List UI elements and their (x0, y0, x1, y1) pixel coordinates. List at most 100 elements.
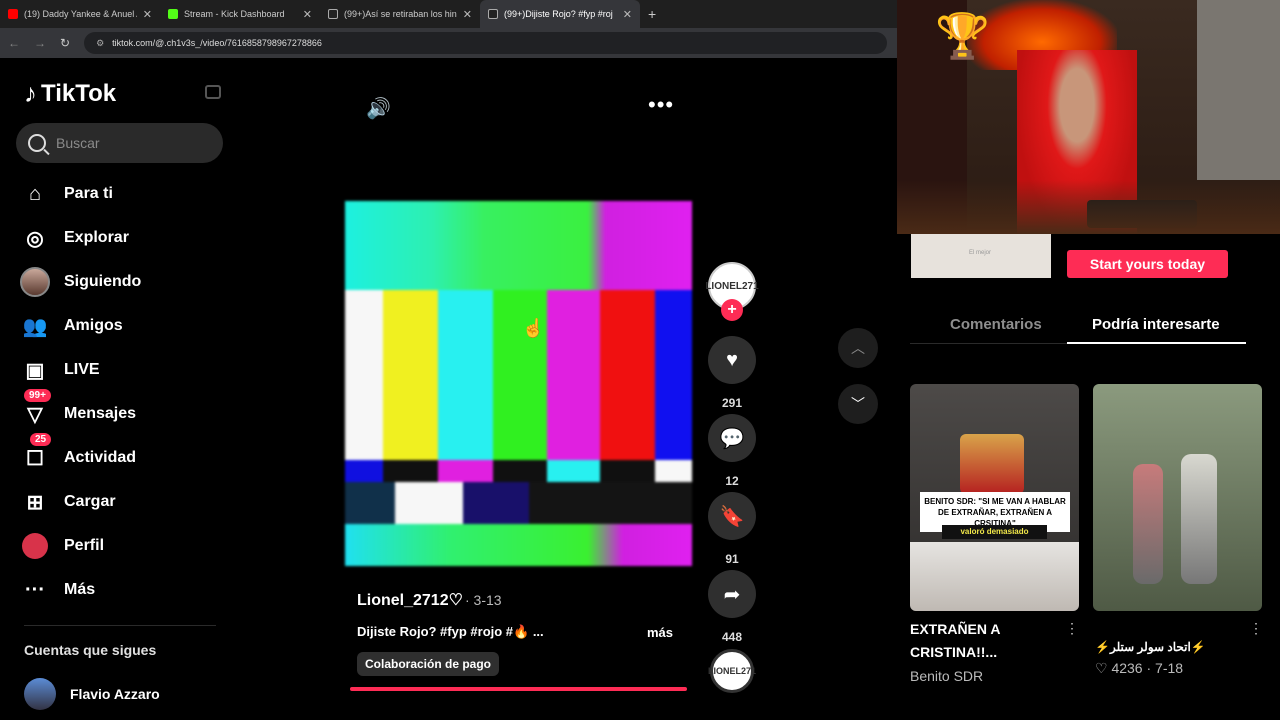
comment-action[interactable]: 💬 12 (708, 414, 756, 488)
sidebar-item-perfil[interactable]: Perfil (20, 531, 104, 561)
browser-tab[interactable]: (99+)Así se retiraban los hincha ✕ (320, 0, 480, 28)
sidebar-item-siguiendo[interactable]: Siguiendo (20, 267, 141, 297)
activity-badge: 25 (30, 433, 52, 446)
start-yours-today-button[interactable]: Start yours today (1067, 250, 1228, 278)
close-icon[interactable]: ✕ (303, 8, 312, 21)
previous-video-button[interactable]: ︿ (838, 328, 878, 368)
close-icon[interactable]: ✕ (623, 8, 632, 21)
upload-icon: ⊞ (26, 491, 44, 514)
suggested-video-title[interactable]: EXTRAÑEN A CRISTINA!!... (910, 618, 1060, 664)
profile-icon (20, 531, 50, 561)
divider (24, 625, 216, 626)
more-options-icon[interactable]: ⋮ (1065, 620, 1079, 637)
chevron-down-icon: ﹀ (851, 396, 865, 412)
sidebar-item-label: Siguiendo (64, 273, 142, 290)
sidebar-item-live[interactable]: ▣ LIVE (20, 355, 100, 385)
browser-tab[interactable]: (19) Daddy Yankee & Anuel AA ✕ (0, 0, 160, 28)
messages-icon: ▽ 99+ (20, 389, 51, 429)
back-icon[interactable]: ← (8, 36, 20, 50)
search-input[interactable]: Buscar (16, 123, 223, 163)
sidebar-item-label: Actividad (64, 449, 137, 466)
right-panel: 🏆 El mejor Start yours today Comentarios… (897, 0, 1280, 720)
active-tab-underline (1067, 342, 1246, 344)
more-options-icon[interactable]: ••• (648, 92, 674, 118)
activity-icon: ☐ 25 (20, 433, 52, 473)
bookmark-icon[interactable]: 🔖 (708, 492, 756, 540)
sidebar-item-mensajes[interactable]: ▽ 99+ Mensajes (20, 389, 137, 429)
thumbnail-overlay-sub: valoró demasiado (942, 525, 1047, 539)
sidebar-item-mas[interactable]: ··· Más (20, 575, 95, 605)
heart-icon[interactable]: ♥ (708, 336, 756, 384)
save-count: 91 (725, 552, 739, 566)
browser-tab-active[interactable]: (99+)Dijiste Rojo? #fyp #roj ✕ (480, 0, 640, 28)
sidebar-item-cargar[interactable]: ⊞ Cargar (20, 487, 116, 517)
suggested-video-card[interactable]: BENITO SDR: "SI ME VAN A HABLAR DE EXTRA… (910, 384, 1079, 611)
volume-icon[interactable]: 🔊 (366, 96, 391, 121)
paid-partnership-badge: Colaboración de pago (357, 652, 500, 676)
music-disc-label: LIONEL271 (708, 666, 757, 676)
trophy-icon: 🏆 (935, 12, 990, 61)
tiktok-logo[interactable]: ♪ TikTok (24, 78, 116, 109)
suggested-video-title[interactable]: ⚡اتحاد سولر ستلر⚡ (1095, 636, 1206, 659)
collapse-sidebar-icon[interactable] (205, 85, 221, 99)
close-icon[interactable]: ✕ (463, 8, 472, 21)
close-icon[interactable]: ✕ (143, 8, 152, 21)
more-options-icon[interactable]: ⋮ (1249, 620, 1263, 637)
following-account-name: Flavio Azzaro (70, 686, 160, 702)
suggested-video-card[interactable] (1093, 384, 1262, 611)
reload-icon[interactable]: ↻ (60, 36, 70, 50)
logo-text: TikTok (41, 79, 117, 107)
sidebar-item-label: Mensajes (64, 405, 137, 422)
forward-icon[interactable]: → (34, 36, 46, 50)
friends-icon: 👥 (22, 315, 48, 338)
sidebar-item-explorar[interactable]: ◎ Explorar (20, 223, 129, 253)
video-author[interactable]: Lionel_2712♡ (357, 590, 463, 610)
share-count: 448 (721, 630, 743, 644)
caption-more-link[interactable]: más (647, 625, 673, 640)
music-disc[interactable]: LIONEL271 (708, 649, 757, 693)
kick-icon (168, 9, 178, 19)
sidebar-item-actividad[interactable]: ☐ 25 Actividad (20, 433, 137, 473)
following-account[interactable]: Flavio Azzaro (24, 678, 160, 710)
sidebar-item-label: Más (64, 581, 96, 598)
sidebar-item-amigos[interactable]: 👥 Amigos (20, 311, 123, 341)
video-progress-bar[interactable] (350, 687, 687, 691)
sidebar-item-para-ti[interactable]: ⌂ Para ti (20, 179, 113, 209)
suggested-video-meta: ♡ 4236 · 7-18 (1095, 660, 1184, 676)
wall-right (1197, 0, 1280, 180)
save-action[interactable]: 🔖 91 (708, 492, 756, 566)
video-caption: Dijiste Rojo? #fyp #rojo #🔥 ... (357, 624, 544, 639)
ad-label: El mejor (969, 250, 992, 256)
thumbnail-figure (1133, 464, 1163, 584)
tab-podria-interesarte[interactable]: Podría interesarte (1092, 316, 1220, 333)
like-count: 291 (721, 396, 743, 410)
suggested-video-author[interactable]: Benito SDR (910, 668, 983, 684)
avatar-icon (20, 267, 50, 297)
video-player[interactable] (345, 201, 692, 566)
site-info-icon[interactable]: ⚙ (96, 38, 104, 49)
browser-tab[interactable]: Stream - Kick Dashboard ✕ (160, 0, 320, 28)
follow-button[interactable]: + (721, 299, 743, 321)
following-section-title: Cuentas que sigues (24, 642, 157, 658)
like-action[interactable]: ♥ 291 (708, 336, 756, 410)
webcam-overlay: 🏆 (897, 0, 1280, 234)
search-placeholder: Buscar (56, 135, 100, 151)
sidebar-item-label: Para ti (64, 185, 113, 202)
tab-title: Stream - Kick Dashboard (184, 9, 285, 19)
thumbnail-figure (1181, 454, 1217, 584)
address-bar-row: ← → ↻ ⚙ tiktok.com/@.ch1v3s_/video/76168… (0, 28, 897, 58)
tab-comentarios[interactable]: Comentarios (950, 316, 1042, 333)
url-field[interactable]: ⚙ tiktok.com/@.ch1v3s_/video/76168587989… (84, 32, 887, 54)
compass-icon: ◎ (26, 227, 44, 250)
new-tab-button[interactable]: + (648, 6, 656, 22)
home-icon: ⌂ (28, 182, 42, 205)
sidebar-item-label: Amigos (64, 317, 123, 334)
desk (897, 180, 1280, 234)
next-video-button[interactable]: ﹀ (838, 384, 878, 424)
comment-icon[interactable]: 💬 (708, 414, 756, 462)
cursor-icon: ☝ (522, 318, 545, 338)
browser-tab-bar: (19) Daddy Yankee & Anuel AA ✕ Stream - … (0, 0, 897, 28)
sidebar-item-label: Explorar (64, 229, 129, 246)
share-action[interactable]: ➦ 448 (708, 570, 756, 644)
share-icon[interactable]: ➦ (708, 570, 756, 618)
